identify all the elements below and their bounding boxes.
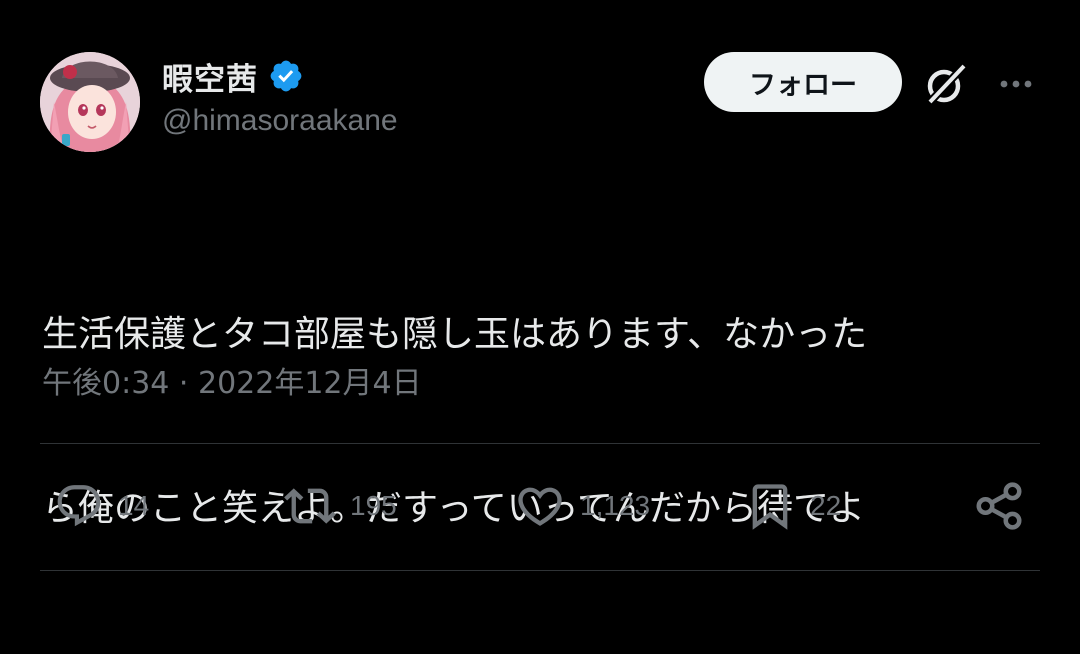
repost-button[interactable]: 195 — [284, 476, 397, 536]
heart-icon — [518, 487, 562, 526]
repost-count: 195 — [350, 490, 397, 521]
user-handle[interactable]: @himasoraakane — [162, 104, 398, 138]
display-name[interactable]: 暇空茜 — [162, 54, 258, 99]
name-row: 暇空茜 — [162, 54, 304, 98]
more-icon[interactable] — [998, 76, 1034, 92]
like-button[interactable]: 1,123 — [514, 476, 650, 536]
tweet-timestamp[interactable]: 午後0:34 · 2022年12月4日 — [42, 358, 422, 402]
tweet-text-line: 生活保護とタコ部屋も隠し玉はあります、なかった — [42, 314, 868, 355]
grok-icon[interactable] — [922, 60, 970, 108]
divider — [40, 570, 1040, 571]
avatar-image — [40, 52, 140, 152]
share-button[interactable] — [972, 476, 1026, 536]
tweet-text: 生活保護とタコ部屋も隠し玉はあります、なかった ら俺のこと笑えよ。だすっていって… — [42, 190, 1042, 654]
share-icon — [976, 482, 1022, 530]
like-count: 1,123 — [580, 490, 651, 521]
bookmark-button[interactable]: 22 — [744, 476, 841, 536]
divider — [40, 443, 1040, 444]
action-bar: 14 195 1,123 22 — [0, 476, 1080, 536]
bookmark-icon — [752, 484, 788, 530]
verified-badge-icon[interactable] — [268, 58, 304, 94]
follow-button[interactable]: フォロー — [704, 52, 902, 112]
repost-icon — [284, 488, 336, 524]
tweet: 暇空茜 @himasoraakane フォロー 生活保護とタコ部屋も隠し玉はあり… — [0, 0, 1080, 572]
reply-count: 14 — [118, 490, 150, 521]
reply-button[interactable]: 14 — [54, 476, 149, 536]
bookmark-count: 22 — [810, 490, 842, 521]
reply-icon — [57, 485, 101, 527]
avatar[interactable] — [40, 52, 140, 152]
